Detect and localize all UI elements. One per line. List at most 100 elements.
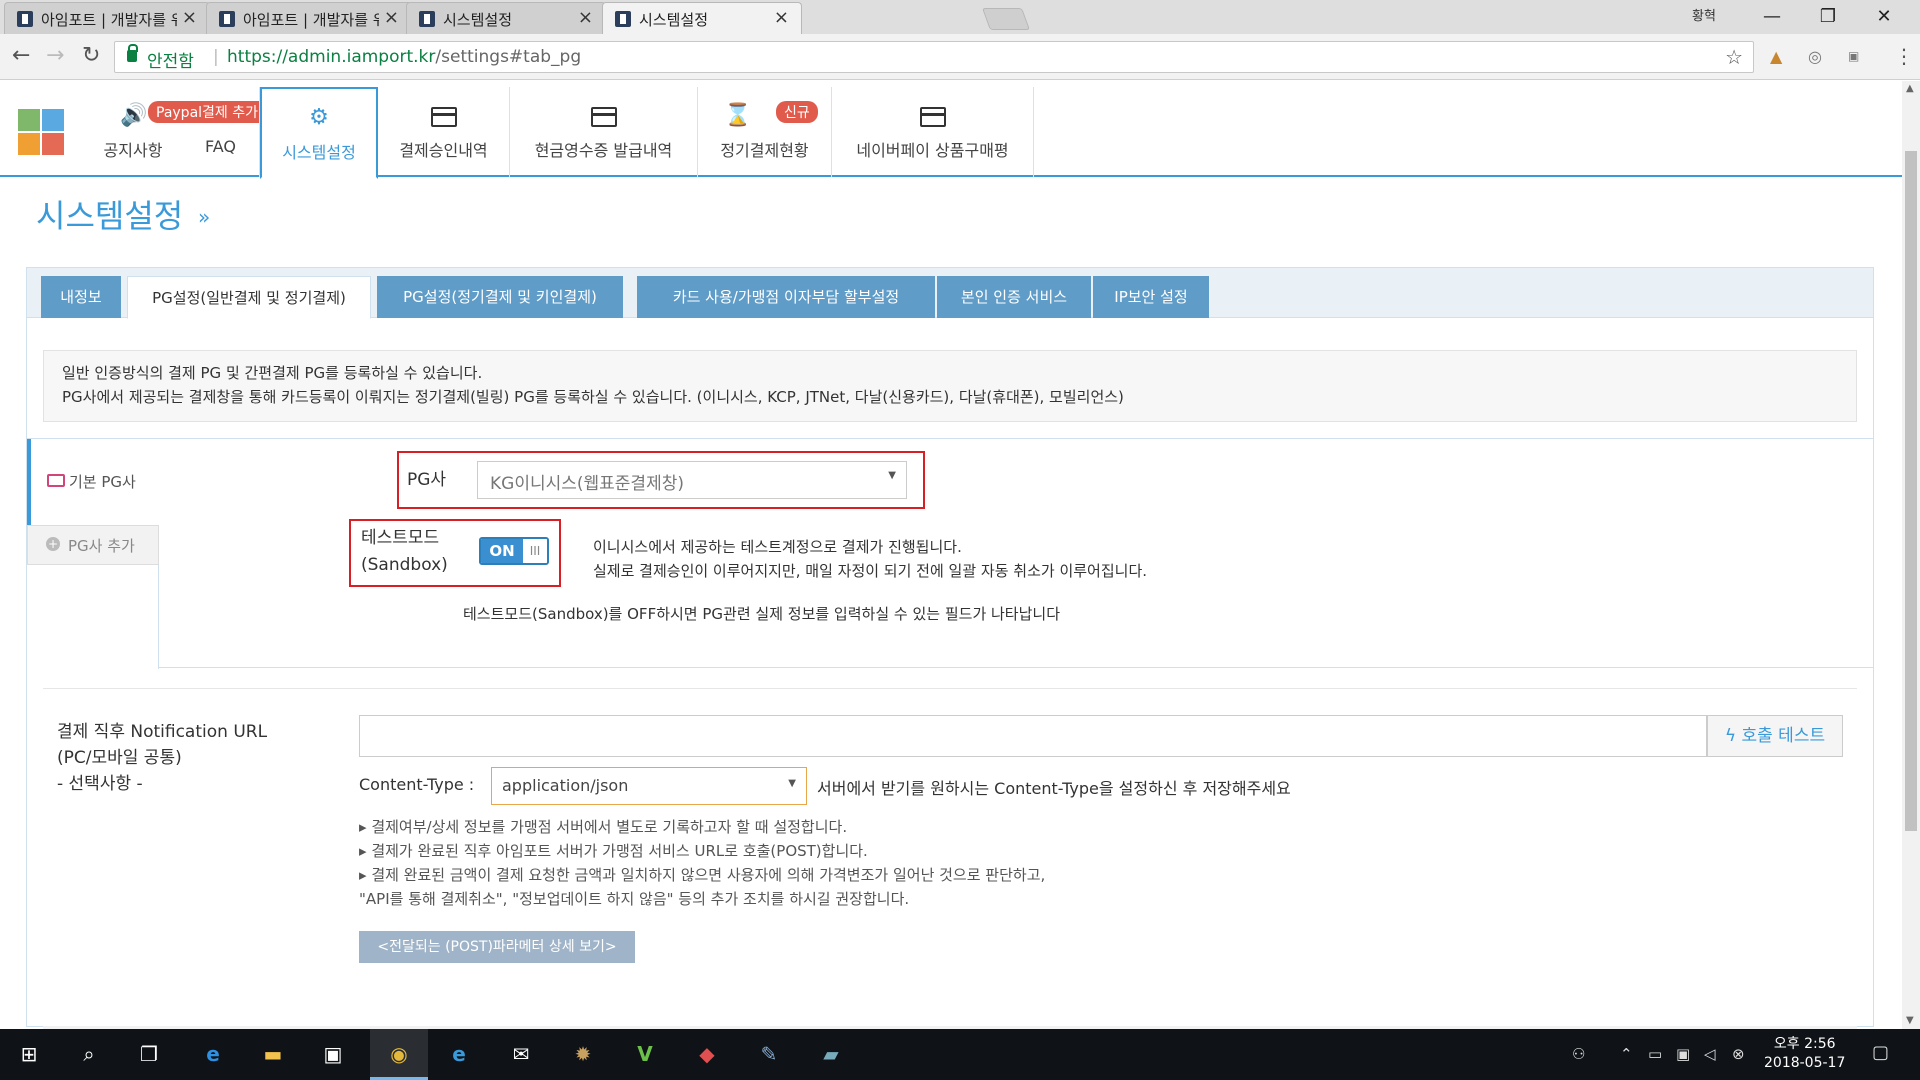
tab-close-icon[interactable]: × [182, 7, 197, 28]
task-view-icon[interactable]: ❐ [134, 1039, 164, 1069]
info-line: PG사에서 제공되는 결제창을 통해 카드등록이 이뤄지는 정기결제(빌링) P… [62, 388, 1124, 406]
pg-default-item[interactable]: 기본 PG사 [27, 439, 159, 525]
mail-icon[interactable]: ✉ [506, 1039, 536, 1069]
caret-right-icon: ▸ [359, 818, 372, 836]
tab-pg-general[interactable]: PG설정(일반결제 및 정기결제) [127, 276, 371, 319]
iamport-logo[interactable] [18, 109, 66, 157]
paint-icon[interactable]: ✎ [754, 1039, 784, 1069]
bullet-item: ▸ 결제가 완료된 직후 아임포트 서버가 가맹점 서비스 URL로 호출(PO… [359, 839, 1045, 863]
pg-section: 기본 PG사 + PG사 추가 PG사 KG이니시스(웹표준결제창) ▼ 테스트… [27, 438, 1873, 669]
site-favicon-icon [419, 11, 435, 27]
toggle-handle: III [523, 539, 547, 563]
reload-icon[interactable]: ↻ [82, 43, 100, 68]
chevron-up-icon[interactable]: ⌃ [1620, 1045, 1633, 1063]
edge-icon[interactable]: e [198, 1039, 228, 1069]
scroll-up-icon[interactable]: ▲ [1906, 83, 1914, 94]
network-icon[interactable]: ▣ [1676, 1045, 1690, 1063]
browser-tab[interactable]: 아임포트 | 개발자를 위한 × [4, 2, 210, 34]
tab-card-installment[interactable]: 카드 사용/가맹점 이자부담 할부설정 [637, 276, 935, 318]
minimize-button[interactable]: — [1744, 0, 1800, 34]
lock-icon [127, 44, 138, 62]
pg-add-label: PG사 추가 [68, 537, 135, 555]
people-icon[interactable]: ⚇ [1572, 1045, 1585, 1063]
logo-square [18, 133, 40, 155]
nav-naverpay-reviews[interactable]: 네이버페이 상품구매평 [832, 87, 1034, 177]
tab-ip-security[interactable]: IP보안 설정 [1093, 276, 1209, 318]
site-favicon-icon [17, 11, 33, 27]
pg-select[interactable]: KG이니시스(웹표준결제창) ▼ [477, 461, 907, 499]
tray-clock[interactable]: 오후 2:56 2018-05-17 [1764, 1035, 1845, 1073]
notification-off-icon[interactable]: ⊗ [1732, 1045, 1745, 1063]
action-center-icon[interactable]: ▢ [1872, 1042, 1889, 1063]
tab-my-info[interactable]: 내정보 [41, 276, 121, 318]
nav-label: 현금영수증 발급내역 [534, 141, 673, 160]
nav-cash-receipts[interactable]: 현금영수증 발급내역 [510, 87, 698, 177]
browser-tab[interactable]: 아임포트 | 개발자를 위한 × [206, 2, 412, 34]
profile-label[interactable]: 황혁 [1692, 5, 1716, 24]
forward-icon[interactable]: → [46, 43, 64, 68]
nav-recurring-payments[interactable]: ⌛ 정기결제현황 [698, 87, 832, 177]
browser-tab-active[interactable]: 시스템설정 × [602, 2, 802, 34]
settings-app-icon[interactable]: ✹ [568, 1039, 598, 1069]
battery-icon[interactable]: ▭ [1648, 1045, 1662, 1063]
test-mode-off-hint: 테스트모드(Sandbox)를 OFF하시면 PG관련 실제 정보를 입력하실 … [463, 605, 1061, 623]
test-mode-toggle[interactable]: ON III [479, 537, 549, 565]
description-line: 이니시스에서 제공하는 테스트계정으로 결제가 진행됩니다. [593, 538, 962, 556]
file-explorer-icon[interactable]: ▬ [258, 1039, 288, 1069]
maximize-button[interactable]: ❐ [1800, 0, 1856, 34]
security-label: 안전함 [147, 52, 194, 72]
scroll-down-icon[interactable]: ▼ [1906, 1015, 1914, 1026]
chrome-icon[interactable]: ◉ [384, 1039, 414, 1069]
close-window-button[interactable]: ✕ [1856, 0, 1912, 34]
search-icon[interactable]: ⌕ [74, 1039, 104, 1069]
plus-circle-icon: + [46, 537, 60, 551]
menu-icon[interactable]: ⋮ [1894, 44, 1914, 68]
tab-close-icon[interactable]: × [384, 7, 399, 28]
post-params-button[interactable]: <전달되는 (POST)파라메터 상세 보기> [359, 931, 635, 963]
vim-icon[interactable]: V [630, 1039, 660, 1069]
content-type-select[interactable]: application/json ▼ [491, 767, 807, 805]
book-icon[interactable]: ▰ [816, 1039, 846, 1069]
page-scrollbar[interactable]: ▲ ▼ [1902, 81, 1920, 1029]
back-icon[interactable]: ← [12, 43, 30, 68]
windows-start-icon[interactable]: ⊞ [14, 1039, 44, 1069]
pg-sidebar: 기본 PG사 + PG사 추가 [27, 439, 159, 669]
page-viewport: 🔊 공지사항 Paypal결제 추가! FAQ ⚙ 시스템설정 결제승인내역 현… [0, 81, 1902, 1029]
address-bar[interactable]: 안전함 | https://admin.iamport.kr/settings#… [114, 41, 1754, 73]
star-icon[interactable]: ☆ [1725, 45, 1743, 69]
pg-add-button[interactable]: + PG사 추가 [27, 525, 159, 565]
app-icon[interactable]: ◆ [692, 1039, 722, 1069]
speaker-icon: 🔊 [120, 103, 148, 128]
tab-close-icon[interactable]: × [578, 7, 593, 28]
hourglass-icon: ⌛ [724, 103, 752, 128]
url-host: https://admin.iamport.kr [227, 47, 436, 67]
tab-pg-recurring[interactable]: PG설정(정기결제 및 키인결제) [377, 276, 623, 318]
volume-icon[interactable]: ◁ [1704, 1045, 1716, 1063]
site-favicon-icon [219, 11, 235, 27]
nav-faq[interactable]: FAQ [182, 87, 260, 177]
extension-icon[interactable]: ◎ [1808, 47, 1822, 66]
info-line: 일반 인증방식의 결제 PG 및 간편결제 PG를 등록하실 수 있습니다. [62, 364, 483, 382]
nav-payment-approvals[interactable]: 결제승인내역 [378, 87, 510, 177]
settings-panel: 내정보 PG설정(일반결제 및 정기결제) PG설정(정기결제 및 키인결제) … [26, 267, 1874, 1029]
extension-icon[interactable]: ▲ [1770, 47, 1782, 66]
new-tab-button[interactable] [981, 8, 1031, 30]
dropdown-caret-icon: ▼ [788, 778, 796, 789]
notification-url-input[interactable] [359, 715, 1707, 757]
nav-label: 공지사항 [103, 141, 163, 160]
pg-select-value: KG이니시스(웹표준결제창) [490, 474, 684, 494]
nav-system-settings[interactable]: ⚙ 시스템설정 [260, 87, 378, 179]
extension-icon[interactable]: ▣ [1848, 49, 1859, 63]
store-icon[interactable]: ▣ [318, 1039, 348, 1069]
nav-badge: 신규 [776, 101, 818, 123]
description-line: 실제로 결제승인이 이루어지지만, 매일 자정이 되기 전에 일괄 자동 취소가… [593, 562, 1148, 580]
toggle-state: ON [481, 539, 523, 563]
browser-tab[interactable]: 시스템설정 × [406, 2, 606, 34]
pg-default-label: 기본 PG사 [69, 473, 136, 491]
call-test-button[interactable]: ϟ 호출 테스트 [1707, 715, 1843, 757]
tab-close-icon[interactable]: × [774, 7, 789, 28]
ie-icon[interactable]: e [444, 1039, 474, 1069]
scroll-thumb[interactable] [1905, 151, 1917, 831]
tab-identity-verification[interactable]: 본인 인증 서비스 [937, 276, 1091, 318]
gear-icon: ⚙ [309, 105, 329, 130]
